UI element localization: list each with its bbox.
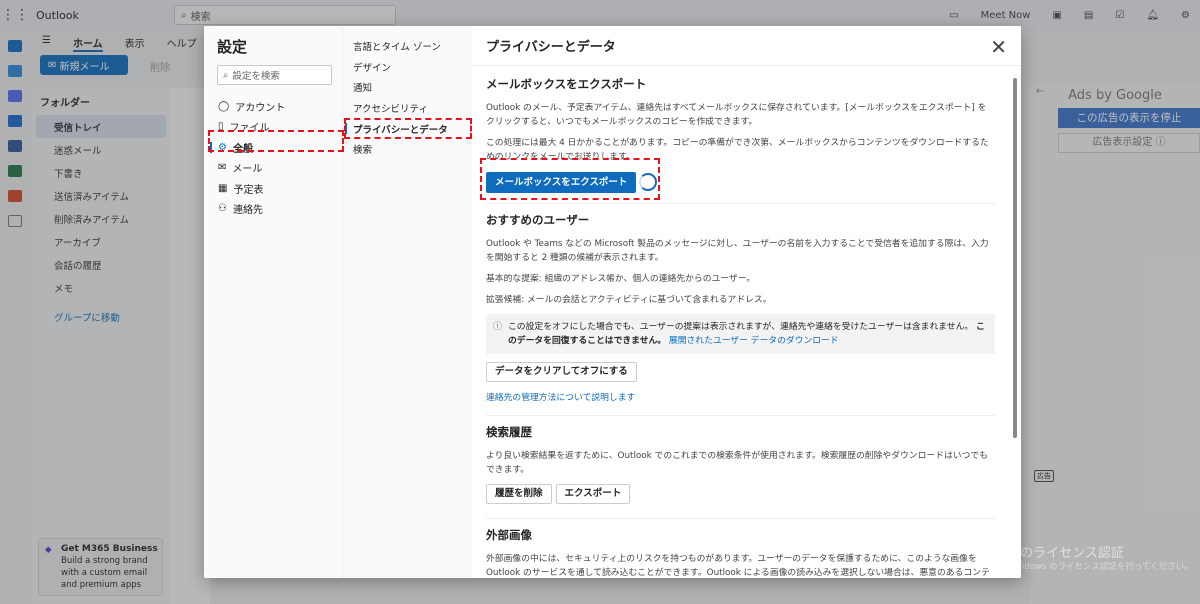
info-banner: ⓘ この設定をオフにした場合でも、ユーザーの提案は表示されますが、連絡先や連絡を受… bbox=[486, 314, 995, 354]
settings-dialog: 設定 ⌕ 設定を検索 ◯ アカウント ▯ ファイル ⚙ 全般 ✉ メール ▦ 予定表 ⚇ 連絡… bbox=[204, 26, 1021, 578]
mail-icon: ✉ bbox=[218, 162, 227, 174]
settings-nav-people[interactable]: ⚇ 連絡先 bbox=[204, 199, 342, 220]
info-text: この設定をオフにした場合でも、ユーザーの提案は表示されますが、連絡先や連絡を受け… bbox=[508, 322, 974, 332]
images-heading: 外部画像 bbox=[486, 528, 532, 542]
people-icon: ⚇ bbox=[218, 203, 227, 215]
highlight-general bbox=[208, 130, 344, 152]
learn-contacts-link[interactable]: 連絡先の管理方法について説明します bbox=[486, 391, 995, 405]
scrollbar[interactable] bbox=[1013, 78, 1017, 438]
suggested-desc: Outlook や Teams などの Microsoft 製品のメッセージに対… bbox=[486, 239, 989, 263]
delete-history-button[interactable]: 履歴を削除 bbox=[486, 484, 552, 504]
subnav-notifications[interactable]: 通知 bbox=[343, 77, 472, 98]
settings-subcategories: 言語とタイム ゾーン デザイン 通知 アクセシビリティ プライバシーとデータ 検… bbox=[342, 26, 472, 578]
page-title: プライバシーとデータ bbox=[472, 26, 1021, 66]
nav-label: 連絡先 bbox=[232, 205, 263, 217]
suggested-basic: 基本的な提案: 組織のアドレス帳か、個人の連絡先からのユーザー。 bbox=[486, 274, 756, 284]
person-icon: ◯ bbox=[218, 100, 230, 112]
info-icon: ⓘ bbox=[493, 322, 503, 332]
settings-search-input[interactable]: ⌕ 設定を検索 bbox=[217, 65, 332, 85]
settings-nav-calendar[interactable]: ▦ 予定表 bbox=[204, 178, 342, 199]
settings-content: プライバシーとデータ ✕ メールボックスをエクスポート Outlook のメール… bbox=[472, 26, 1021, 578]
settings-nav-mail[interactable]: ✉ メール bbox=[204, 158, 342, 179]
subnav-language-time[interactable]: 言語とタイム ゾーン bbox=[343, 36, 472, 57]
subnav-search[interactable]: 検索 bbox=[343, 139, 472, 160]
subnav-accessibility[interactable]: アクセシビリティ bbox=[343, 98, 472, 119]
nav-label: メール bbox=[232, 164, 263, 176]
nav-label: 予定表 bbox=[233, 184, 264, 196]
images-desc: 外部画像の中には、セキュリティ上のリスクを持つものがあります。ユーザーのデータを… bbox=[486, 554, 990, 578]
settings-title: 設定 bbox=[217, 38, 248, 56]
highlight-privacy bbox=[344, 118, 472, 139]
calendar-icon: ▦ bbox=[218, 182, 228, 194]
export-desc-1: Outlook のメール、予定表アイテム、連絡先はすべてメールボックスに保存され… bbox=[486, 103, 987, 127]
export-history-button[interactable]: エクスポート bbox=[555, 484, 631, 504]
suggested-extended: 拡張候補: メールの会話とアクティビティに基づいて含まれるアドレス。 bbox=[486, 295, 772, 305]
settings-categories: 設定 ⌕ 設定を検索 ◯ アカウント ▯ ファイル ⚙ 全般 ✉ メール ▦ 予定表 ⚇ 連絡… bbox=[204, 26, 342, 578]
export-heading: メールボックスをエクスポート bbox=[486, 77, 647, 91]
settings-search-placeholder: 設定を検索 bbox=[232, 71, 280, 82]
history-heading: 検索履歴 bbox=[486, 425, 532, 439]
subnav-design[interactable]: デザイン bbox=[343, 57, 472, 78]
search-icon: ⌕ bbox=[223, 69, 229, 81]
suggested-heading: おすすめのユーザー bbox=[486, 213, 590, 227]
history-desc: より良い検索結果を返すために、Outlook でのこれまでの検索条件が使用されま… bbox=[486, 451, 988, 475]
settings-nav-account[interactable]: ◯ アカウント bbox=[204, 96, 342, 117]
close-icon[interactable]: ✕ bbox=[990, 35, 1007, 59]
clear-data-button[interactable]: データをクリアしてオフにする bbox=[486, 362, 637, 382]
download-user-data-link[interactable]: 展開されたユーザー データのダウンロード bbox=[669, 336, 839, 346]
highlight-export bbox=[480, 158, 660, 200]
nav-label: アカウント bbox=[235, 102, 286, 114]
